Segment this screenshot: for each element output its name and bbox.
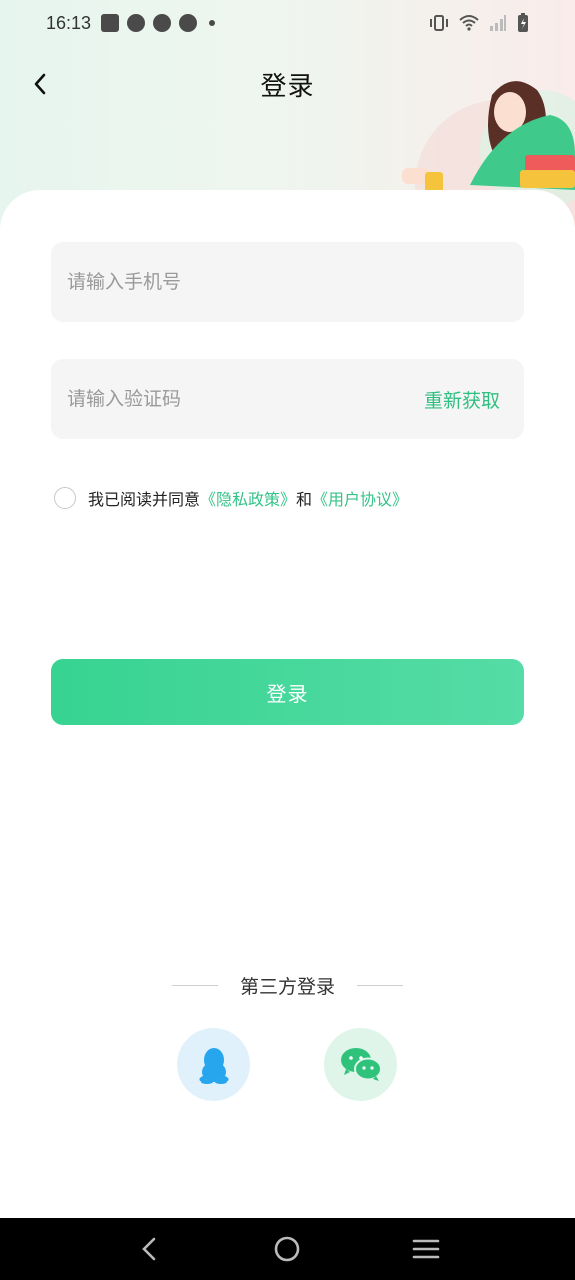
system-back-button[interactable] [129, 1229, 169, 1269]
more-notifications-icon [209, 20, 216, 26]
status-bar: 16:13 [0, 0, 575, 46]
system-recents-button[interactable] [406, 1229, 446, 1269]
signal-icon [490, 15, 506, 31]
chevron-left-icon [34, 73, 46, 95]
code-input[interactable] [67, 388, 424, 410]
battery-charging-icon [518, 13, 528, 32]
app-notification-icon [153, 14, 172, 32]
privacy-policy-link[interactable]: 《隐私政策》 [200, 486, 296, 510]
top-nav: 登录 [0, 56, 575, 112]
agreement-row: 我已阅读并同意 《隐私政策》 和 《用户协议》 [54, 486, 408, 510]
resend-code-button[interactable]: 重新获取 [424, 386, 500, 413]
login-button[interactable]: 登录 [51, 659, 524, 725]
back-triangle-icon [142, 1237, 156, 1261]
divider-left [171, 984, 218, 986]
system-navigation-bar [0, 1218, 575, 1280]
agree-checkbox[interactable] [54, 487, 76, 509]
menu-icon [412, 1239, 440, 1259]
agreement-and: 和 [296, 490, 313, 509]
qq-icon [198, 1047, 229, 1084]
wifi-icon [459, 15, 479, 31]
third-party-header: 第三方登录 [0, 968, 575, 1002]
back-button[interactable] [22, 66, 58, 102]
qq-login-button[interactable] [177, 1028, 250, 1101]
vibrate-icon [430, 15, 448, 31]
wechat-login-button[interactable] [324, 1028, 397, 1101]
notification-icon [101, 14, 120, 32]
third-party-title: 第三方登录 [239, 975, 335, 998]
user-agreement-link[interactable]: 《用户协议》 [312, 486, 408, 510]
system-home-button[interactable] [267, 1229, 307, 1269]
code-field-container: 重新获取 [51, 359, 524, 439]
divider-right [357, 984, 403, 986]
home-circle-icon [275, 1236, 300, 1262]
agreement-prefix: 我已阅读并同意 [88, 490, 201, 509]
phone-input[interactable] [67, 271, 508, 293]
phone-field-container [51, 242, 524, 322]
app-notification-icon [179, 14, 198, 32]
wechat-icon [340, 1047, 382, 1081]
status-time: 16:13 [46, 12, 92, 33]
page-title: 登录 [260, 71, 315, 102]
app-notification-icon [127, 14, 146, 32]
